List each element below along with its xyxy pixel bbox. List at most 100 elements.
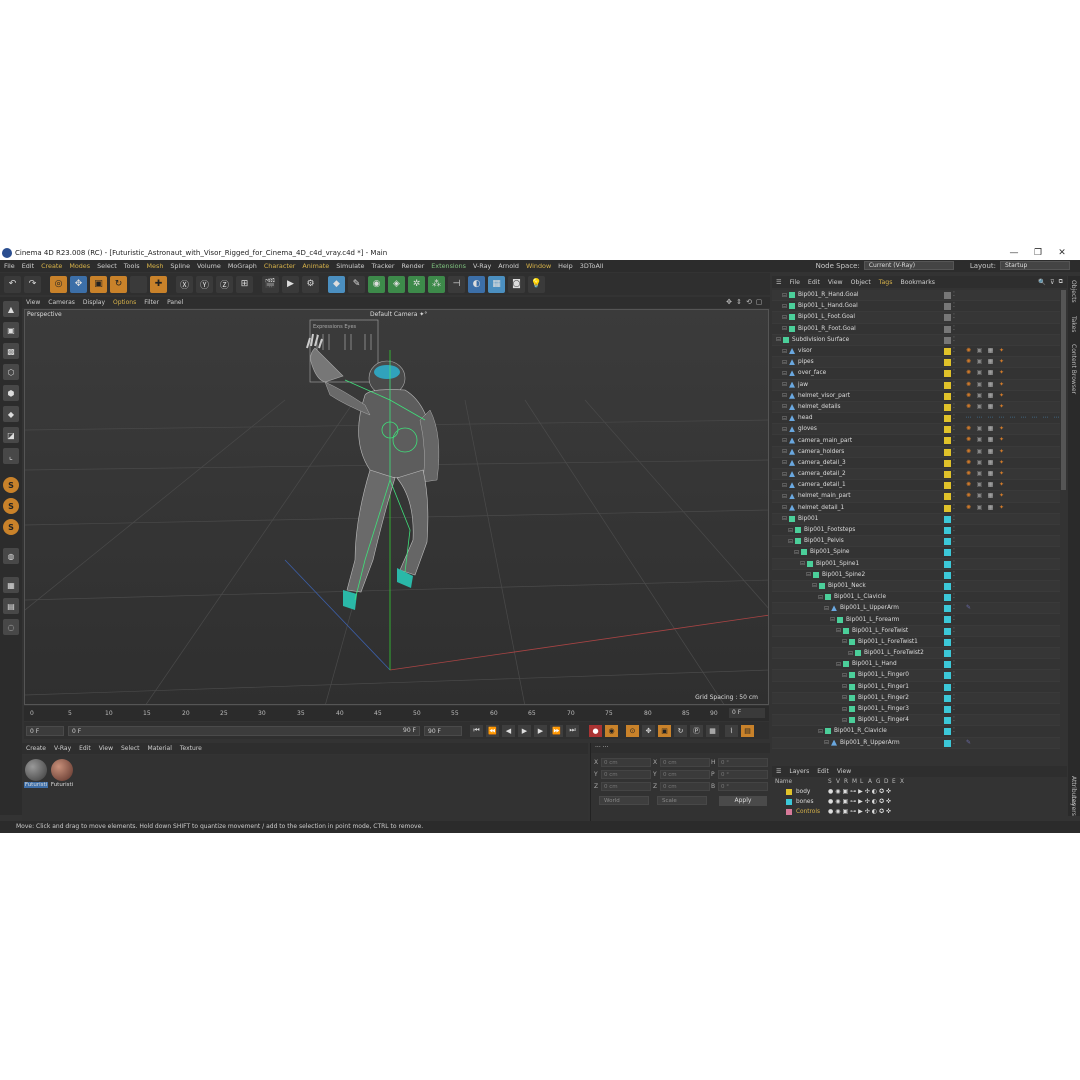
menu-window[interactable]: Window — [526, 262, 551, 270]
expand-toggle-icon[interactable]: ⊟ — [842, 717, 847, 724]
visibility-dots-icon[interactable]: ⁚ — [953, 504, 955, 511]
object-row[interactable]: ⊟ over_face ⁚ ✺ ▣ ▦ ✦ — [772, 368, 1060, 380]
layer-color-swatch[interactable] — [786, 799, 792, 805]
workplane-icon[interactable]: ⌞ — [3, 448, 19, 464]
undo-icon[interactable]: ↶ — [4, 275, 21, 293]
layer-color-swatch[interactable] — [944, 303, 951, 311]
object-row[interactable]: ⊟ Bip001_R_Hand.Goal ⁚ — [772, 290, 1060, 302]
om-menu-edit[interactable]: Edit — [808, 279, 820, 286]
layer-color-swatch[interactable] — [944, 359, 951, 367]
soft-selection-icon[interactable]: ◌ — [3, 619, 19, 635]
layers-menu-icon[interactable]: ☰ — [776, 768, 781, 775]
subdivision-icon[interactable]: ◉ — [368, 275, 385, 293]
visibility-dots-icon[interactable]: ⁚ — [953, 492, 955, 499]
viewport-menu-cameras[interactable]: Cameras — [48, 299, 75, 306]
expand-toggle-icon[interactable]: ⊟ — [776, 336, 781, 343]
weight-tag-icon[interactable]: ⋯ — [964, 414, 973, 422]
uvw-tag-icon[interactable]: ▣ — [975, 381, 984, 389]
placeholder-tool-icon[interactable] — [130, 275, 147, 293]
phong-tag-icon[interactable]: ✺ — [964, 347, 973, 355]
weight-tag-icon[interactable]: ✦ — [997, 504, 1006, 512]
layer-color-swatch[interactable] — [944, 650, 951, 657]
pen-icon[interactable]: ✎ — [348, 275, 365, 293]
expand-toggle-icon[interactable]: ⊟ — [836, 661, 841, 668]
phong-tag-icon[interactable]: ✺ — [964, 459, 973, 467]
expand-toggle-icon[interactable]: ⊟ — [842, 672, 847, 679]
material-tag-icon[interactable]: ▦ — [986, 347, 995, 355]
expand-toggle-icon[interactable]: ⊟ — [782, 448, 787, 455]
object-row[interactable]: ⊟ Bip001_L_Finger2 ⁚ — [772, 692, 1060, 704]
parameter-key-icon[interactable]: Ⓟ — [690, 724, 703, 737]
layer-row[interactable]: body ●◉▣⊶▶✣◐✪✜ — [772, 787, 1067, 797]
expand-toggle-icon[interactable]: ⊟ — [842, 638, 847, 645]
expand-toggle-icon[interactable]: ⊟ — [782, 403, 787, 410]
visibility-dots-icon[interactable]: ⁚ — [953, 392, 955, 399]
visibility-dots-icon[interactable]: ⁚ — [953, 638, 955, 645]
tab-layers[interactable]: Layers — [1070, 796, 1077, 816]
expand-toggle-icon[interactable]: ⊟ — [782, 493, 787, 500]
close-button[interactable]: ✕ — [1050, 246, 1074, 260]
viewport-menu-view[interactable]: View — [26, 299, 40, 306]
field-icon[interactable]: ⁂ — [428, 275, 445, 293]
expand-toggle-icon[interactable]: ⊟ — [842, 683, 847, 690]
object-row[interactable]: ⊟ Bip001 ⁚ — [772, 513, 1060, 525]
light-icon[interactable]: 💡 — [528, 275, 545, 293]
visibility-dots-icon[interactable]: ⁚ — [953, 548, 955, 555]
node-space-dropdown[interactable]: Current (V-Ray) — [863, 261, 954, 270]
visibility-dots-icon[interactable]: ⁚ — [953, 459, 955, 466]
tab-content-browser[interactable]: Content Browser — [1070, 344, 1077, 394]
material-tag-icon[interactable]: ▦ — [986, 459, 995, 467]
menu-arnold[interactable]: Arnold — [498, 262, 519, 270]
uvw-tag-icon[interactable]: ▣ — [975, 425, 984, 433]
scale-key-icon[interactable]: ▣ — [658, 724, 671, 737]
snap-s-icon-1[interactable]: S — [3, 477, 19, 493]
tab-objects[interactable]: Objects — [1070, 280, 1077, 303]
3d-viewport[interactable]: Expressions Eyes Perspective Default Cam… — [24, 309, 769, 705]
go-to-end-icon[interactable]: ⏭ — [566, 724, 579, 737]
layer-color-swatch[interactable] — [944, 717, 951, 725]
layer-color-swatch[interactable] — [944, 403, 951, 411]
astronaut-figure[interactable] — [306, 333, 440, 610]
layer-color-swatch[interactable] — [944, 493, 951, 501]
object-row[interactable]: ⊟ jaw ⁚ ✺ ▣ ▦ ✦ — [772, 379, 1060, 391]
weight-tag-icon[interactable]: ✦ — [997, 347, 1006, 355]
layer-toggle-icons[interactable]: ●◉▣⊶▶✣◐✪✜ — [828, 808, 893, 815]
timeline-window-icon[interactable]: ▤ — [741, 724, 754, 737]
menu-3dtoall[interactable]: 3DToAll — [580, 262, 604, 270]
object-row[interactable]: ⊟ Bip001_L_UpperArm ⁚ ✎ — [772, 603, 1060, 615]
layer-toggle-icons[interactable]: ●◉▣⊶▶✣◐✪✜ — [828, 798, 893, 805]
layer-color-swatch[interactable] — [944, 459, 951, 467]
viewport-move-icon[interactable]: ✥ — [724, 298, 734, 306]
layers-menu-view[interactable]: View — [837, 768, 851, 775]
material-tag-icon[interactable]: ▦ — [986, 403, 995, 411]
object-row[interactable]: ⊟ helmet_main_part ⁚ ✺ ▣ ▦ ✦ — [772, 491, 1060, 503]
visibility-dots-icon[interactable]: ⁚ — [953, 671, 955, 678]
coordinate-system-icon[interactable]: ⊞ — [236, 275, 253, 293]
weight-tag-icon[interactable]: ✦ — [997, 381, 1006, 389]
om-menu-object[interactable]: Object — [851, 279, 871, 286]
visibility-dots-icon[interactable]: ⁚ — [953, 381, 955, 388]
visibility-dots-icon[interactable]: ⁚ — [953, 582, 955, 589]
layer-color-swatch[interactable] — [944, 504, 951, 512]
material-menu-create[interactable]: Create — [26, 745, 46, 752]
viewport-menu-display[interactable]: Display — [83, 299, 105, 306]
visibility-dots-icon[interactable]: ⁚ — [953, 325, 955, 332]
visibility-dots-icon[interactable]: ⁚ — [953, 403, 955, 410]
expand-toggle-icon[interactable]: ⊟ — [782, 392, 787, 399]
om-search-icon[interactable]: 🔍 — [1038, 278, 1046, 286]
expand-toggle-icon[interactable]: ⊟ — [842, 694, 847, 701]
uvw-tag-icon[interactable]: ▣ — [975, 448, 984, 456]
visibility-dots-icon[interactable]: ⁚ — [953, 347, 955, 354]
layer-color-swatch[interactable] — [944, 694, 951, 702]
object-row[interactable]: ⊟ visor ⁚ ✺ ▣ ▦ ✦ — [772, 346, 1060, 358]
visibility-dots-icon[interactable]: ⁚ — [953, 649, 955, 656]
object-row[interactable]: ⊟ Bip001_L_ForeTwist1 ⁚ — [772, 637, 1060, 648]
phong-tag-icon[interactable]: ✺ — [964, 358, 973, 366]
expand-toggle-icon[interactable]: ⊟ — [824, 739, 829, 746]
weight-tag-icon[interactable]: ✦ — [997, 481, 1006, 489]
visibility-dots-icon[interactable]: ⁚ — [953, 515, 955, 522]
material-menu-texture[interactable]: Texture — [180, 745, 202, 752]
layer-color-swatch[interactable] — [944, 538, 951, 546]
om-menu-icon[interactable]: ☰ — [776, 279, 782, 286]
layer-color-swatch[interactable] — [944, 683, 951, 691]
